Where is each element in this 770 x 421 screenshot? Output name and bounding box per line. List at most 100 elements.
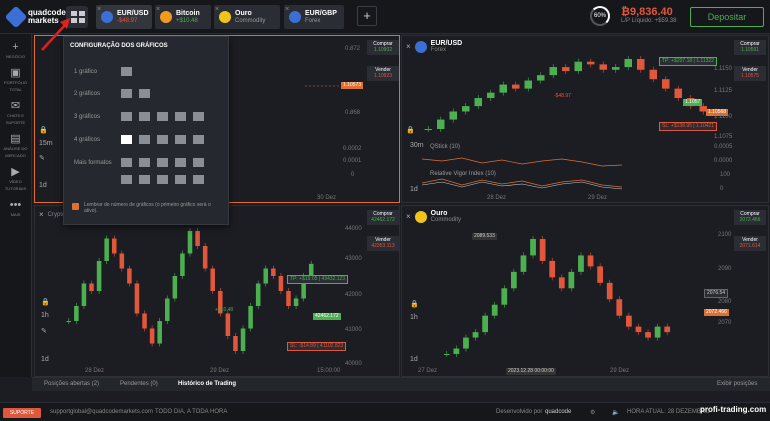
qstick-label[interactable]: QStick (10) (430, 144, 460, 150)
sell-price: 1.10923 (373, 73, 393, 79)
buy-button[interactable]: Comprar 2072.466 (734, 210, 766, 225)
layout-option-more-h[interactable] (157, 175, 168, 184)
close-icon[interactable]: × (406, 42, 411, 51)
layout-option-3a[interactable] (121, 112, 132, 121)
sidebar-item-portfolio[interactable]: ▣ PORTFÓLIO TOTAL (0, 67, 31, 93)
gold-candles[interactable] (442, 234, 672, 359)
timeframe-1h[interactable]: 1h (410, 314, 418, 321)
timeframe-1d[interactable]: 1d (41, 356, 49, 363)
timeframe-1d[interactable]: 1d (410, 356, 418, 363)
support-email[interactable]: supportglobal@quadcodemarkets.com (50, 409, 153, 415)
sidebar-item-analise[interactable]: ▤ ANÁLISE DO MERCADO (0, 133, 31, 159)
sidebar-item-chats[interactable]: ✉ CHATS E SUPORTE (0, 100, 31, 126)
close-icon[interactable]: × (39, 210, 44, 219)
layout-option-4b[interactable] (139, 135, 150, 144)
buy-button[interactable]: Comprar 42462.172 (367, 210, 399, 225)
tab-pending[interactable]: Pendentes (0) (120, 381, 158, 387)
layout-option-4a[interactable] (121, 135, 132, 144)
chart-panel-eurusd[interactable]: × EUR/USD Forex Comprar 1.10591 Vender 1.10… (401, 35, 769, 203)
layout-option-1[interactable] (121, 67, 132, 76)
tp-line-label[interactable]: TP: +$207.18 | 1.11322 (659, 57, 717, 66)
layout-option-more-i[interactable] (175, 175, 186, 184)
gear-icon[interactable]: ⚙ (590, 409, 595, 416)
remember-checkbox[interactable] (72, 203, 79, 210)
tp-line-label[interactable]: TP: +$19.05 | 43432.123 (287, 275, 349, 284)
chart-layout-dropdown: CONFIGURAÇÃO DOS GRÁFICOS 1 gráfico 2 gr… (63, 36, 229, 225)
candle (195, 231, 200, 246)
timeframe-1d[interactable]: 1d (39, 182, 47, 189)
layout-option-4e[interactable] (193, 135, 204, 144)
lock-icon[interactable]: 🔒 (41, 298, 50, 306)
sl-line-label[interactable]: SL: -$14.89 | 41102.823 (287, 342, 347, 351)
lock-icon[interactable]: 🔒 (406, 126, 415, 134)
sell-button[interactable]: Vender 2071.614 (734, 236, 766, 251)
layout-option-2a[interactable] (121, 89, 132, 98)
position-pl: -$48.97 (554, 93, 571, 99)
timeframe-1h[interactable]: 1h (41, 312, 49, 319)
layout-option-4c[interactable] (157, 135, 168, 144)
tab-eurusd[interactable]: × EUR/USD -$48.97 (96, 5, 152, 29)
timeframe-1d[interactable]: 1d (410, 186, 418, 193)
chart-panel-ouro[interactable]: × Ouro Commodity Comprar 2072.466 Vender 20… (401, 205, 769, 377)
sidebar-item-videos[interactable]: ▶ VÍDEO TUTORIAIS (0, 166, 31, 192)
sidebar-item-mais[interactable]: ••• MAIS (0, 199, 31, 218)
layout-option-3e[interactable] (193, 112, 204, 121)
layout-option-more-b[interactable] (139, 158, 150, 167)
candle (499, 84, 507, 93)
layout-option-3d[interactable] (175, 112, 186, 121)
deposit-button[interactable]: Depositar (690, 7, 764, 27)
draw-icon[interactable]: ✎ (39, 154, 45, 162)
indicator-lines (422, 157, 623, 190)
candle (539, 239, 546, 261)
x-tick: 29 Dez (588, 195, 608, 201)
close-icon[interactable]: × (156, 6, 160, 13)
close-icon[interactable]: × (285, 6, 289, 13)
tab-name: EUR/USD (117, 9, 149, 17)
progress-ring[interactable]: 60% (590, 6, 610, 26)
layout-option-more-e[interactable] (193, 158, 204, 167)
candle (568, 271, 575, 289)
sell-button[interactable]: Vender 42353.113 (367, 236, 399, 251)
layout-option-more-d[interactable] (175, 158, 186, 167)
crypto-candles[interactable] (65, 226, 315, 356)
layout-option-more-j[interactable] (193, 175, 204, 184)
close-icon[interactable]: × (97, 6, 101, 13)
tab-trading-history[interactable]: Histórico de Trading (178, 381, 236, 387)
tab-open-positions[interactable]: Posições abertas (2) (44, 381, 99, 387)
layout-option-more-g[interactable] (139, 175, 150, 184)
sell-button[interactable]: Vender 1.10923 (367, 66, 399, 81)
volume-icon[interactable]: 🔈 (612, 409, 619, 416)
support-button[interactable]: SUPORTE (3, 408, 41, 418)
timeframe-15m[interactable]: 15m (39, 140, 53, 147)
layout-option-more-c[interactable] (157, 158, 168, 167)
layout-option-4d[interactable] (175, 135, 186, 144)
sl-line-label[interactable]: SL: +$138.95 | 1.10421 (659, 122, 718, 131)
balance[interactable]: ₿9,836.40 L/P Líquido: +$59.38 (621, 6, 676, 24)
layout-option-3c[interactable] (157, 112, 168, 121)
add-tab-button[interactable]: + (357, 6, 377, 26)
draw-icon[interactable]: ✎ (41, 327, 47, 335)
chart-panel-crypto[interactable]: × Crypto Comprar 42462.172 Vender 42353.11… (34, 205, 400, 377)
play-icon: ▶ (11, 166, 20, 178)
lock-icon[interactable]: 🔒 (410, 300, 419, 308)
timeframe-30m[interactable]: 30m (410, 142, 424, 149)
tab-bitcoin[interactable]: × Bitcoin +$10.48 (155, 5, 211, 29)
layout-option-more-f[interactable] (121, 175, 132, 184)
buy-button[interactable]: Comprar 1.10591 (734, 40, 766, 55)
lock-icon[interactable]: 🔒 (39, 126, 48, 134)
buy-button[interactable]: Comprar 1.10902 (367, 40, 399, 55)
layout-option-3b[interactable] (139, 112, 150, 121)
tab-ouro[interactable]: × Ouro Commodity (214, 5, 280, 29)
layout-option-more-a[interactable] (121, 158, 132, 167)
sell-button[interactable]: Vender 1.10575 (734, 66, 766, 81)
layout-option-2b[interactable] (139, 89, 150, 98)
show-positions-link[interactable]: Exibir posições (717, 381, 757, 387)
y-tick: 2080 (718, 299, 732, 305)
close-icon[interactable]: × (406, 212, 411, 221)
close-icon[interactable]: × (215, 6, 219, 13)
candle (549, 67, 557, 76)
y-tick: 2090 (718, 266, 732, 272)
sidebar-item-negocio[interactable]: + NEGÓCIO (0, 41, 31, 60)
tab-eurgbp[interactable]: × EUR/GBP Forex (284, 5, 344, 29)
candle (501, 288, 508, 305)
